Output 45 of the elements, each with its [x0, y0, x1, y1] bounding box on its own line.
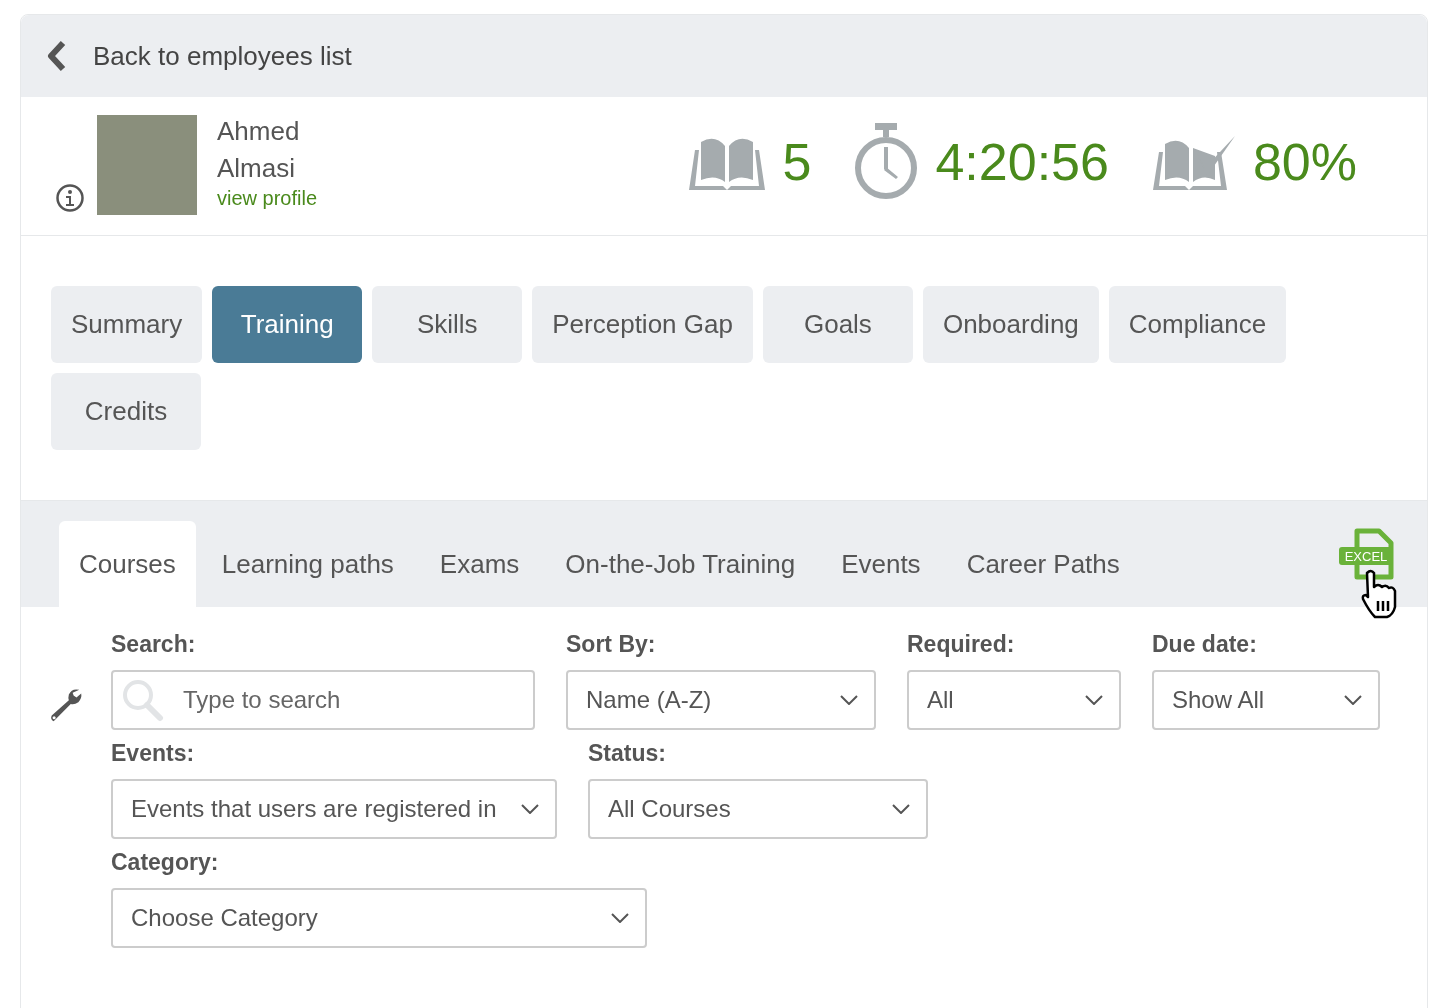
filter-label: Search:: [111, 631, 197, 658]
stat-value: 5: [782, 132, 812, 192]
subtab[interactable]: Events: [821, 521, 941, 607]
dropdown[interactable]: All Courses: [588, 779, 928, 839]
tab[interactable]: Goals: [762, 286, 913, 363]
stopwatch-icon: [853, 123, 920, 201]
dropdown[interactable]: Events that users are registered in: [111, 779, 557, 839]
subtab[interactable]: On-the-Job Training: [545, 521, 816, 607]
tab[interactable]: Credits: [51, 373, 201, 450]
back-link[interactable]: Back to employees list: [47, 40, 352, 72]
filter-label: Sort By:: [566, 631, 657, 658]
dropdown[interactable]: Choose Category: [111, 888, 647, 948]
dropdown[interactable]: Name (A-Z): [566, 670, 876, 730]
info-icon[interactable]: [55, 183, 85, 213]
tab[interactable]: Perception Gap: [532, 286, 753, 363]
dropdown[interactable]: All: [907, 670, 1121, 730]
stat-value: 80%: [1252, 132, 1357, 192]
employee-first-name: Ahmed: [217, 115, 301, 148]
chevron-left-icon: [47, 40, 67, 72]
subtab[interactable]: Learning paths: [201, 521, 414, 607]
subtab[interactable]: Exams: [419, 521, 540, 607]
chevron-down-icon: [521, 804, 539, 814]
stat-value: 4:20:56: [935, 132, 1109, 192]
filter-label: Events:: [111, 740, 196, 767]
chevron-down-icon: [892, 804, 910, 814]
chevron-down-icon: [840, 695, 858, 705]
chevron-down-icon: [1085, 695, 1103, 705]
filter-label: Due date:: [1152, 631, 1258, 658]
chevron-down-icon: [1344, 695, 1362, 705]
search-icon: [121, 678, 165, 722]
filter-label: Category:: [111, 849, 220, 876]
filter-label: Status:: [588, 740, 667, 767]
tab[interactable]: Summary: [51, 286, 203, 363]
chevron-down-icon: [611, 913, 629, 923]
dropdown[interactable]: Show All: [1152, 670, 1380, 730]
tab[interactable]: Training: [212, 286, 363, 363]
employee-last-name: Almasi: [217, 152, 296, 185]
search-field[interactable]: Type to search: [111, 670, 535, 730]
tab[interactable]: Compliance: [1108, 286, 1287, 363]
tab[interactable]: Skills: [372, 286, 523, 363]
filter-label: Required:: [907, 631, 1016, 658]
view-profile-link[interactable]: view profile: [217, 187, 318, 210]
subtab[interactable]: Courses: [59, 521, 196, 607]
subtab[interactable]: Career Paths: [946, 521, 1140, 607]
tab[interactable]: Onboarding: [922, 286, 1099, 363]
